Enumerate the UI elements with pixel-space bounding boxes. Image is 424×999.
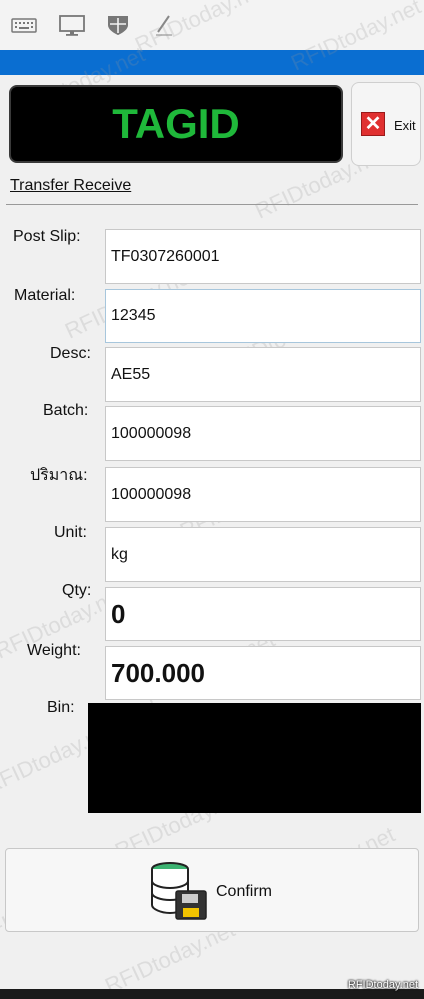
close-icon: ✕ xyxy=(361,112,385,136)
material-field[interactable]: 12345 xyxy=(105,289,421,343)
post-slip-label: Post Slip: xyxy=(13,228,81,245)
divider xyxy=(6,204,418,205)
tagid-display: TAGID xyxy=(9,85,343,163)
bin-display xyxy=(88,703,421,813)
desc-field[interactable]: AE55 xyxy=(105,347,421,402)
batch-field[interactable]: 100000098 xyxy=(105,406,421,461)
qty-label: Qty: xyxy=(62,582,92,599)
unit-field[interactable]: kg xyxy=(105,527,421,582)
weight-field[interactable]: 700.000 xyxy=(105,646,421,700)
keyboard-icon[interactable] xyxy=(10,13,38,37)
bin-label: Bin: xyxy=(47,699,75,716)
confirm-button[interactable]: Confirm xyxy=(5,848,419,932)
section-title: Transfer Receive xyxy=(10,177,132,194)
pen-icon[interactable] xyxy=(152,13,180,37)
quantity-th-label: ปริมาณ: xyxy=(30,467,88,484)
quantity-th-field[interactable]: 100000098 xyxy=(105,467,421,522)
material-label: Material: xyxy=(14,287,76,304)
title-bar xyxy=(0,50,424,75)
top-icon-bar xyxy=(0,0,424,51)
shield-icon[interactable] xyxy=(104,13,132,37)
qty-field[interactable]: 0 xyxy=(105,587,421,641)
credit-watermark: RFIDtoday.net xyxy=(347,979,418,991)
monitor-icon[interactable] xyxy=(58,13,86,37)
desc-label: Desc: xyxy=(50,345,91,362)
batch-label: Batch: xyxy=(43,402,89,419)
post-slip-field[interactable]: TF0307260001 xyxy=(105,229,421,284)
unit-label: Unit: xyxy=(54,524,87,541)
exit-button[interactable]: ✕ Exit xyxy=(351,82,421,166)
weight-label: Weight: xyxy=(27,642,81,659)
confirm-label: Confirm xyxy=(216,883,273,900)
exit-label: Exit xyxy=(394,118,416,133)
database-save-icon xyxy=(151,862,207,920)
